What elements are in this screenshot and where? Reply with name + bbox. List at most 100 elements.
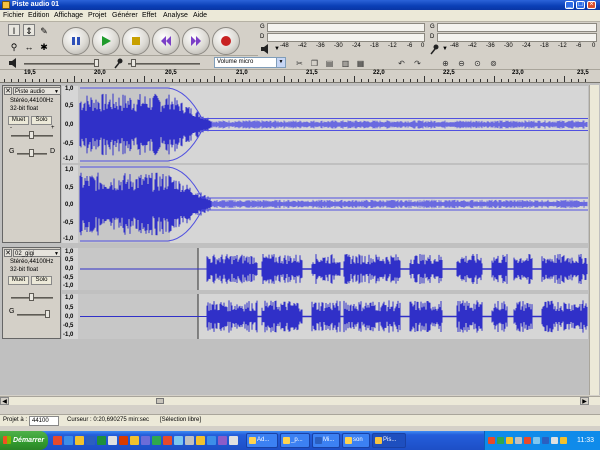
- speaker-icon[interactable]: [260, 44, 272, 54]
- skip-to-end-button[interactable]: [182, 27, 210, 55]
- quicklaunch-icon[interactable]: [86, 436, 95, 445]
- input-volume-thumb[interactable]: [131, 59, 136, 67]
- silence-icon[interactable]: ▦: [355, 58, 366, 69]
- scroll-thumb[interactable]: [156, 398, 164, 404]
- taskbar-button[interactable]: Mi...: [312, 433, 340, 448]
- quicklaunch-icon[interactable]: [64, 436, 73, 445]
- tray-icon[interactable]: [560, 437, 567, 444]
- play-button[interactable]: [92, 27, 120, 55]
- output-volume-thumb[interactable]: [94, 59, 99, 67]
- horizontal-scrollbar[interactable]: ◀ ▶: [0, 396, 600, 405]
- tray-icon[interactable]: [542, 437, 549, 444]
- quicklaunch-icon[interactable]: [108, 436, 117, 445]
- scroll-left-icon[interactable]: ◀: [0, 397, 9, 405]
- quicklaunch-icon[interactable]: [141, 436, 150, 445]
- record-button[interactable]: [212, 27, 240, 55]
- quicklaunch-icon[interactable]: [218, 436, 227, 445]
- mute-button[interactable]: Muet: [8, 116, 29, 125]
- track1-channel-right[interactable]: [62, 165, 588, 243]
- skip-to-start-button[interactable]: [152, 27, 180, 55]
- solo-button[interactable]: Solo: [31, 116, 52, 125]
- input-device-select[interactable]: Volume micro ▼: [214, 57, 286, 68]
- pan-slider[interactable]: [17, 314, 47, 316]
- quicklaunch-icon[interactable]: [229, 436, 238, 445]
- tray-icon[interactable]: [524, 437, 531, 444]
- mute-button[interactable]: Muet: [8, 276, 29, 285]
- taskbar-button[interactable]: son: [342, 433, 370, 448]
- microphone-icon[interactable]: [430, 44, 440, 55]
- quicklaunch-icon[interactable]: [130, 436, 139, 445]
- gain-thumb[interactable]: [29, 293, 34, 301]
- pan-thumb[interactable]: [45, 310, 50, 318]
- output-volume-slider[interactable]: [24, 63, 98, 65]
- quicklaunch-icon[interactable]: [185, 436, 194, 445]
- quicklaunch-icon[interactable]: [119, 436, 128, 445]
- stop-button[interactable]: [122, 27, 150, 55]
- quicklaunch-icon[interactable]: [152, 436, 161, 445]
- draw-tool[interactable]: ✎: [38, 24, 50, 36]
- close-track-icon[interactable]: ✕: [4, 249, 12, 257]
- selection-tool[interactable]: I: [8, 24, 20, 36]
- vertical-scrollbar[interactable]: [589, 85, 599, 395]
- tray-icon[interactable]: [551, 437, 558, 444]
- zoom-out-icon[interactable]: ⊖: [456, 58, 467, 69]
- menu-generer[interactable]: Générer: [112, 11, 138, 21]
- menu-edition[interactable]: Edition: [28, 11, 49, 21]
- track-name-button[interactable]: 02_gigi ▼: [13, 249, 61, 257]
- menu-affichage[interactable]: Affichage: [54, 11, 83, 21]
- tray-icon[interactable]: [488, 437, 495, 444]
- timeline-ruler[interactable]: 19,5 20,0 20,5 21,0 21,5 22,0 22,5 23,0 …: [0, 70, 600, 83]
- paste-icon[interactable]: ▤: [324, 58, 335, 69]
- undo-icon[interactable]: ↶: [396, 58, 407, 69]
- envelope-tool[interactable]: ⇕: [23, 24, 35, 36]
- start-button[interactable]: Démarrer: [0, 431, 48, 450]
- pause-button[interactable]: [62, 27, 90, 55]
- quicklaunch-icon[interactable]: [75, 436, 84, 445]
- minimize-button[interactable]: _: [565, 1, 574, 9]
- copy-icon[interactable]: ❐: [309, 58, 320, 69]
- taskbar-button[interactable]: Ad...: [246, 433, 278, 448]
- close-button[interactable]: ×: [587, 1, 596, 9]
- zoom-in-icon[interactable]: ⊕: [440, 58, 451, 69]
- fit-project-icon[interactable]: ⊚: [488, 58, 499, 69]
- close-track-icon[interactable]: ✕: [4, 87, 12, 95]
- quicklaunch-icon[interactable]: [163, 436, 172, 445]
- menu-aide[interactable]: Aide: [193, 11, 207, 21]
- track2-channel-left[interactable]: [62, 248, 588, 290]
- quicklaunch-icon[interactable]: [97, 436, 106, 445]
- track2-channel-right[interactable]: [62, 294, 588, 339]
- tray-icon[interactable]: [515, 437, 522, 444]
- track-name-button[interactable]: Piste audio ▼: [13, 87, 61, 95]
- timeshift-tool[interactable]: ↔: [23, 40, 35, 52]
- tray-icon[interactable]: [533, 437, 540, 444]
- tray-icon[interactable]: [497, 437, 504, 444]
- trim-icon[interactable]: ▥: [340, 58, 351, 69]
- taskbar-button-active[interactable]: Pis...: [372, 433, 406, 448]
- input-volume-icon: [114, 58, 124, 69]
- zoom-tool[interactable]: ⚲: [8, 40, 20, 52]
- multi-tool[interactable]: ✱: [38, 40, 50, 52]
- maximize-button[interactable]: □: [576, 1, 585, 9]
- scale-label: 1,0: [65, 295, 74, 301]
- redo-icon[interactable]: ↷: [412, 58, 423, 69]
- project-rate-value[interactable]: 44100: [29, 416, 59, 426]
- tray-icon[interactable]: [506, 437, 513, 444]
- scroll-right-icon[interactable]: ▶: [580, 397, 589, 405]
- menu-effet[interactable]: Effet: [142, 11, 156, 21]
- rec-meter-dropdown-icon[interactable]: ▼: [442, 46, 448, 52]
- track1-channel-left[interactable]: [62, 86, 588, 163]
- quicklaunch-icon[interactable]: [174, 436, 183, 445]
- menu-fichier[interactable]: Fichier: [3, 11, 24, 21]
- quicklaunch-icon[interactable]: [53, 436, 62, 445]
- input-volume-slider[interactable]: [128, 63, 200, 65]
- menu-projet[interactable]: Projet: [88, 11, 106, 21]
- cut-icon[interactable]: ✂: [294, 58, 305, 69]
- quicklaunch-icon[interactable]: [196, 436, 205, 445]
- quicklaunch-icon[interactable]: [207, 436, 216, 445]
- taskbar-button[interactable]: _p...: [280, 433, 310, 448]
- fit-selection-icon[interactable]: ⊙: [472, 58, 483, 69]
- pan-thumb[interactable]: [29, 149, 34, 157]
- solo-button[interactable]: Solo: [31, 276, 52, 285]
- menu-analyse[interactable]: Analyse: [163, 11, 188, 21]
- gain-thumb[interactable]: [29, 131, 34, 139]
